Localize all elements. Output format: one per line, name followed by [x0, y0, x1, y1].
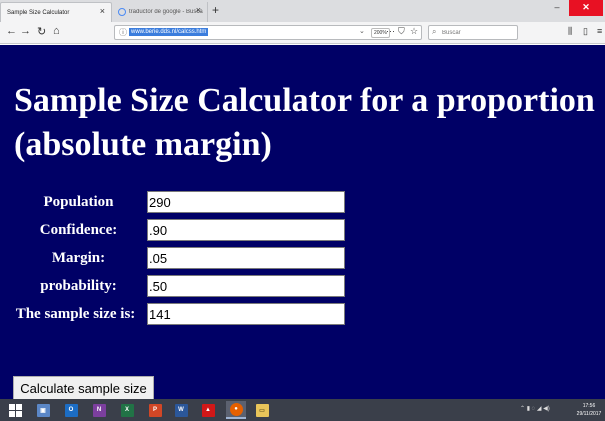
margin-label: Margin:: [51, 250, 106, 266]
sample-size-label: The sample size is:: [15, 306, 136, 322]
confidence-label: Confidence:: [39, 222, 118, 238]
population-row: Population: [0, 190, 605, 214]
file-explorer-icon[interactable]: ▣: [34, 401, 52, 419]
confidence-input[interactable]: [147, 219, 345, 241]
sample-size-row: The sample size is:: [0, 302, 605, 326]
tab-sample-size-calculator[interactable]: Sample Size Calculator ×: [0, 2, 112, 22]
sidebar-icon[interactable]: ▯: [583, 26, 588, 37]
tab-label: Sample Size Calculator: [7, 9, 70, 16]
browser-tab-bar: Sample Size Calculator × traductor de go…: [0, 0, 605, 22]
population-label: Population: [43, 194, 114, 210]
search-icon: ⌕: [432, 27, 437, 36]
system-tray-icons[interactable]: ⌃ ▮ ◌ ◢ ◀): [520, 405, 550, 412]
population-input[interactable]: [147, 191, 345, 213]
close-tab-icon[interactable]: ×: [196, 5, 201, 15]
tab-label: traductor de google - Buscar con: [129, 9, 203, 15]
calculate-sample-size-button[interactable]: Calculate sample size: [13, 376, 154, 400]
page-title: Sample Size Calculator for a proportion …: [14, 82, 595, 163]
clock[interactable]: 17:56 29/11/2017: [574, 402, 604, 418]
outlook-icon[interactable]: O: [62, 401, 80, 419]
google-favicon-icon: [118, 8, 126, 16]
firefox-icon[interactable]: ●: [226, 401, 246, 419]
library-icon[interactable]: ⫼: [568, 26, 572, 37]
confidence-row: Confidence:: [0, 218, 605, 242]
probability-input[interactable]: [147, 275, 345, 297]
browser-navigation-bar: ← → ↻ ⌂ ⓘ www.berie.dds.nl/calcss.htm ⌄ …: [0, 22, 605, 44]
sample-size-output[interactable]: [147, 303, 345, 325]
menu-icon[interactable]: ≡: [597, 26, 602, 36]
bookmark-star-icon[interactable]: ☆: [410, 26, 418, 37]
url-text: www.berie.dds.nl/calcss.htm: [129, 28, 209, 36]
minimize-icon[interactable]: –: [547, 0, 567, 16]
start-icon[interactable]: [6, 401, 24, 419]
excel-icon[interactable]: X: [118, 401, 136, 419]
clock-time: 17:56: [582, 403, 596, 409]
close-tab-icon[interactable]: ×: [100, 6, 105, 16]
onenote-icon[interactable]: N: [90, 401, 108, 419]
acrobat-icon[interactable]: ▲: [199, 401, 217, 419]
new-tab-icon[interactable]: +: [212, 3, 219, 17]
tab-google-translate-search[interactable]: traductor de google - Buscar con ×: [112, 2, 208, 22]
page-actions-icon[interactable]: ⋯: [386, 26, 395, 37]
windows-taskbar: ▣ O N X P W ▲ ● ▭ ⌃ ▮ ◌ ◢ ◀) 17:56 29/11…: [0, 399, 605, 421]
search-box[interactable]: ⌕: [428, 25, 518, 40]
reload-icon[interactable]: ↻: [37, 25, 46, 38]
clock-date: 29/11/2017: [576, 411, 602, 417]
page-content: Sample Size Calculator for a proportion …: [0, 45, 605, 400]
margin-input[interactable]: [147, 247, 345, 269]
margin-row: Margin:: [0, 246, 605, 270]
site-info-icon[interactable]: ⓘ: [119, 27, 127, 38]
powerpoint-icon[interactable]: P: [146, 401, 164, 419]
dropdown-arrow-icon[interactable]: ⌄: [359, 27, 365, 35]
word-icon[interactable]: W: [172, 401, 190, 419]
home-icon[interactable]: ⌂: [53, 25, 60, 37]
back-icon[interactable]: ←: [6, 25, 17, 37]
probability-row: probability:: [0, 274, 605, 298]
forward-icon[interactable]: →: [20, 25, 31, 37]
window-close-icon[interactable]: ✕: [569, 0, 603, 16]
folder-icon[interactable]: ▭: [253, 401, 271, 419]
search-input[interactable]: [442, 28, 514, 38]
probability-label: probability:: [40, 278, 117, 294]
address-bar[interactable]: ⓘ www.berie.dds.nl/calcss.htm ⌄ 200%: [114, 25, 422, 40]
pocket-icon[interactable]: ⛉: [398, 26, 405, 37]
